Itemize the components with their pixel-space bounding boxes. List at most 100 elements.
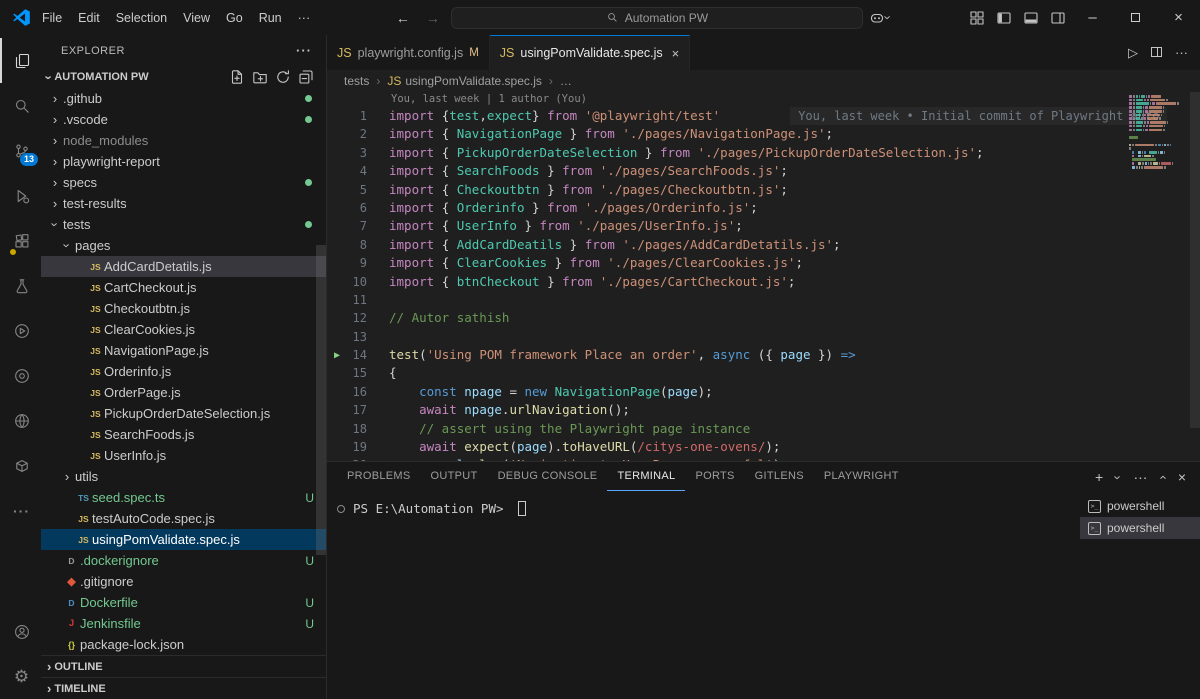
- code-line-14[interactable]: 14▶test('Using POM framework Place an or…: [327, 346, 1200, 364]
- explorer-more-actions[interactable]: ···: [296, 43, 312, 58]
- tree-folder-test-results[interactable]: ›test-results: [41, 193, 326, 214]
- tree-folder-specs[interactable]: ›specs: [41, 172, 326, 193]
- activitybar-account[interactable]: [0, 609, 41, 654]
- activitybar-docker[interactable]: [0, 443, 41, 488]
- copilot-button[interactable]: ›: [869, 10, 890, 26]
- tree-folder-playwright-report[interactable]: ›playwright-report: [41, 151, 326, 172]
- launch-profile-button[interactable]: ›: [1116, 469, 1120, 485]
- new-folder-button[interactable]: [249, 67, 270, 88]
- tree-folder-utils[interactable]: ›utils: [41, 466, 326, 487]
- menu-more[interactable]: ···: [290, 8, 319, 28]
- code-line-11[interactable]: 11: [327, 291, 1200, 309]
- code-line-1[interactable]: 1import {test,expect} from '@playwright/…: [327, 107, 1200, 125]
- close-tab-icon[interactable]: ×: [672, 46, 680, 61]
- panel-tab-gitlens[interactable]: GITLENS: [745, 462, 814, 491]
- activitybar-explorer[interactable]: [0, 38, 41, 83]
- tab-usingpomvalidate.spec.js[interactable]: JSusingPomValidate.spec.js×: [490, 35, 690, 70]
- refresh-explorer-button[interactable]: [272, 67, 293, 88]
- tree-folder--vscode[interactable]: ›.vscode: [41, 109, 326, 130]
- menu-run[interactable]: Run: [251, 8, 290, 28]
- terminal[interactable]: PS E:\Automation PW>: [327, 491, 1080, 699]
- panel-tab-problems[interactable]: PROBLEMS: [337, 462, 421, 491]
- activitybar-source-control[interactable]: 13: [0, 128, 41, 173]
- activitybar-search[interactable]: [0, 83, 41, 128]
- code-line-19[interactable]: 19 await expect(page).toHaveURL(/citys-o…: [327, 438, 1200, 456]
- run-tests-button[interactable]: ▷: [1128, 45, 1138, 61]
- activitybar-live-share[interactable]: [0, 353, 41, 398]
- toggle-primary-sidebar-icon[interactable]: [990, 4, 1017, 31]
- tab-playwright.config.js[interactable]: JSplaywright.config.jsM: [327, 35, 490, 70]
- tree-file-jenkinsfile[interactable]: JJenkinsfileU: [41, 613, 326, 634]
- tree-file-clearcookies-js[interactable]: JSClearCookies.js: [41, 319, 326, 340]
- code-line-10[interactable]: 10import { btnCheckout } from './pages/C…: [327, 273, 1200, 291]
- code-line-18[interactable]: 18 // assert using the Playwright page i…: [327, 420, 1200, 438]
- close-panel-button[interactable]: ×: [1178, 469, 1186, 485]
- tree-file-orderinfo-js[interactable]: JSOrderinfo.js: [41, 361, 326, 382]
- tree-folder-tests[interactable]: ›tests: [41, 214, 326, 235]
- more-actions-button[interactable]: ···: [1175, 45, 1188, 60]
- tree-folder-node-modules[interactable]: ›node_modules: [41, 130, 326, 151]
- terminal-session[interactable]: >_powershell: [1080, 495, 1200, 517]
- tree-file-testautocode-spec-js[interactable]: JStestAutoCode.spec.js: [41, 508, 326, 529]
- tree-file-seed-spec-ts[interactable]: TSseed.spec.tsU: [41, 487, 326, 508]
- tree-file--gitignore[interactable]: ◆.gitignore: [41, 571, 326, 592]
- activitybar-more[interactable]: ···: [0, 488, 41, 533]
- terminal-views-more-button[interactable]: ···: [1133, 469, 1147, 485]
- menu-go[interactable]: Go: [218, 8, 251, 28]
- menu-file[interactable]: File: [34, 8, 70, 28]
- tree-file-searchfoods-js[interactable]: JSSearchFoods.js: [41, 424, 326, 445]
- code-line-17[interactable]: 17 await npage.urlNavigation();: [327, 401, 1200, 419]
- panel-tab-ports[interactable]: PORTS: [685, 462, 744, 491]
- minimize-button[interactable]: –: [1071, 0, 1114, 35]
- minimap[interactable]: [1129, 95, 1187, 170]
- panel-tab-playwright[interactable]: PLAYWRIGHT: [814, 462, 909, 491]
- command-center-search[interactable]: Automation PW: [451, 7, 863, 29]
- tree-file-addcarddetatils-js[interactable]: JSAddCardDetatils.js: [41, 256, 326, 277]
- menu-selection[interactable]: Selection: [108, 8, 175, 28]
- breadcrumb-item[interactable]: …: [560, 74, 572, 88]
- activitybar-extensions[interactable]: [0, 218, 41, 263]
- code-line-9[interactable]: 9import { ClearCookies } from './pages/C…: [327, 254, 1200, 272]
- tree-file-checkoutbtn-js[interactable]: JSCheckoutbtn.js: [41, 298, 326, 319]
- tree-file-orderpage-js[interactable]: JSOrderPage.js: [41, 382, 326, 403]
- panel-tab-output[interactable]: OUTPUT: [421, 462, 488, 491]
- activitybar-run-debug[interactable]: [0, 173, 41, 218]
- collapse-folders-button[interactable]: [295, 67, 316, 88]
- run-test-icon[interactable]: ▶: [334, 347, 340, 365]
- tree-folder-pages[interactable]: ›pages: [41, 235, 326, 256]
- code-line-12[interactable]: 12// Autor sathish: [327, 309, 1200, 327]
- code-line-6[interactable]: 6import { Orderinfo } from './pages/Orde…: [327, 199, 1200, 217]
- code-line-15[interactable]: 15{: [327, 364, 1200, 382]
- menu-view[interactable]: View: [175, 8, 218, 28]
- panel-tab-debug-console[interactable]: DEBUG CONSOLE: [488, 462, 608, 491]
- code-editor[interactable]: You, last week | 1 author (You) 1import …: [327, 92, 1200, 461]
- code-line-4[interactable]: 4import { SearchFoods } from './pages/Se…: [327, 162, 1200, 180]
- activitybar-testing[interactable]: [0, 263, 41, 308]
- terminal-session[interactable]: >_powershell: [1080, 517, 1200, 539]
- editor-scrollbar[interactable]: [1190, 92, 1200, 428]
- toggle-panel-icon[interactable]: [1017, 4, 1044, 31]
- tree-file-cartcheckout-js[interactable]: JSCartCheckout.js: [41, 277, 326, 298]
- breadcrumb-item[interactable]: JSusingPomValidate.spec.js: [387, 74, 542, 88]
- maximize-panel-button[interactable]: ›: [1160, 469, 1164, 485]
- activitybar-settings[interactable]: ⚙: [0, 654, 41, 699]
- tree-file-usingpomvalidate-spec-js[interactable]: JSusingPomValidate.spec.js: [41, 529, 326, 550]
- code-line-5[interactable]: 5import { Checkoutbtn } from './pages/Ch…: [327, 181, 1200, 199]
- tree-file-navigationpage-js[interactable]: JSNavigationPage.js: [41, 340, 326, 361]
- tree-file-package-lock-json[interactable]: {}package-lock.json: [41, 634, 326, 655]
- workspace-section-header[interactable]: › AUTOMATION PW: [41, 66, 326, 88]
- code-line-2[interactable]: 2import { NavigationPage } from './pages…: [327, 125, 1200, 143]
- tree-file-pickuporderdateselection-js[interactable]: JSPickupOrderDateSelection.js: [41, 403, 326, 424]
- maximize-button[interactable]: [1114, 0, 1157, 35]
- panel-tab-terminal[interactable]: TERMINAL: [607, 462, 685, 491]
- code-line-16[interactable]: 16 const npage = new NavigationPage(page…: [327, 383, 1200, 401]
- forward-button[interactable]: →: [421, 10, 445, 26]
- code-line-20[interactable]: 20 console.log('Navigation to HomePage s…: [327, 456, 1200, 461]
- code-line-3[interactable]: 3import { PickupOrderDateSelection } fro…: [327, 144, 1200, 162]
- code-line-13[interactable]: 13: [327, 328, 1200, 346]
- timeline-section[interactable]: › TIMELINE: [41, 677, 326, 699]
- sidebar-scrollbar[interactable]: [316, 245, 326, 555]
- breadcrumb-item[interactable]: tests: [344, 74, 369, 88]
- new-terminal-button[interactable]: +: [1095, 469, 1103, 485]
- toggle-secondary-sidebar-icon[interactable]: [1044, 4, 1071, 31]
